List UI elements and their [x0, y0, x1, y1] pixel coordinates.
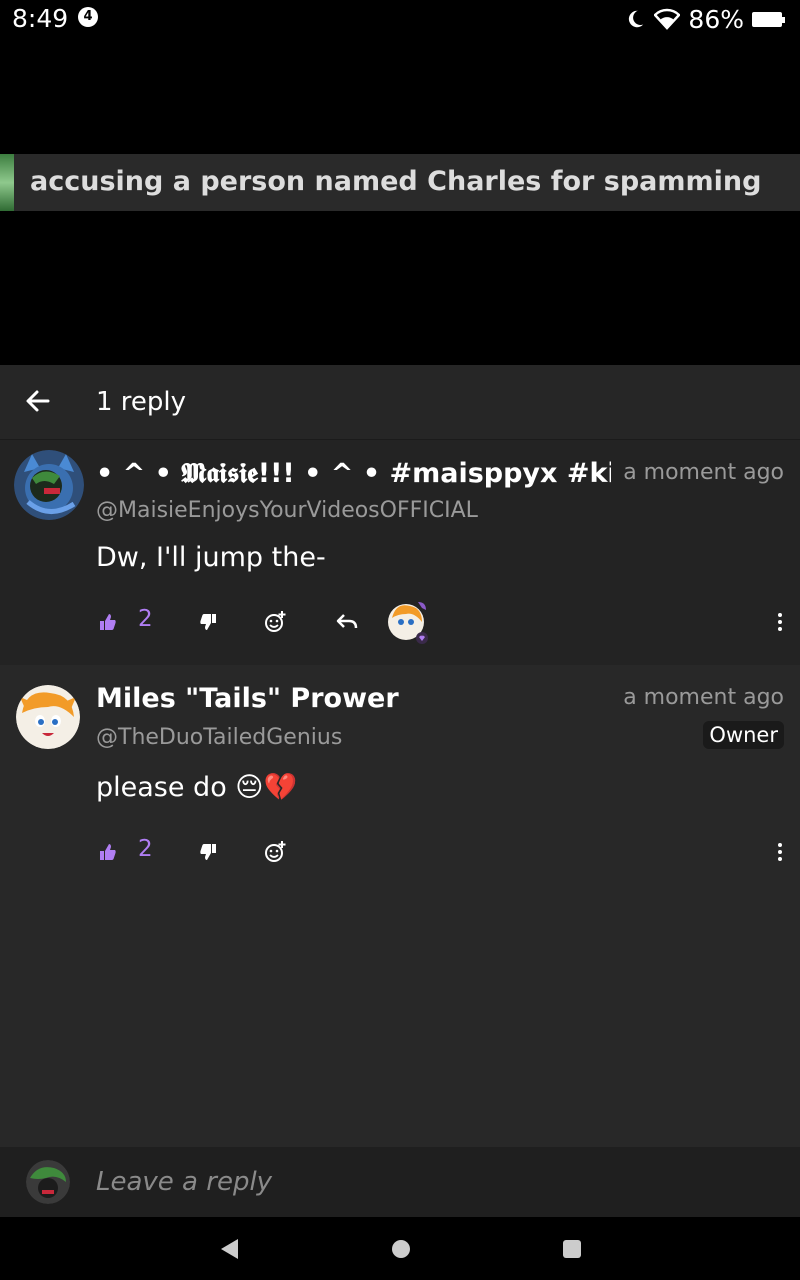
notification-count-badge: 4 — [78, 7, 98, 27]
like-count: 2 — [138, 606, 153, 632]
system-nav-bar — [0, 1217, 800, 1280]
like-button[interactable] — [96, 834, 120, 870]
more-options-button[interactable] — [774, 604, 786, 640]
nav-recents-icon[interactable] — [560, 1237, 584, 1261]
dislike-button[interactable] — [196, 834, 220, 870]
comment-timestamp: a moment ago — [623, 685, 784, 710]
video-caption-text: accusing a person named Charles for spam… — [30, 166, 762, 197]
comment-actions: 2 — [96, 602, 786, 644]
add-reaction-button[interactable] — [262, 604, 288, 640]
comment-actions: 2 — [96, 834, 786, 870]
wifi-icon — [654, 8, 681, 30]
like-button[interactable] — [96, 604, 120, 640]
add-reaction-icon — [265, 611, 286, 632]
status-icons: 86% — [624, 4, 785, 34]
avatar[interactable] — [14, 450, 84, 520]
moon-icon — [629, 10, 644, 28]
thumb-up-icon — [100, 614, 116, 630]
dislike-button[interactable] — [196, 604, 220, 640]
comment-handle[interactable]: @TheDuoTailedGenius — [96, 725, 342, 750]
video-player[interactable]: accusing a person named Charles for spam… — [0, 40, 800, 365]
comment-author[interactable]: Miles "Tails" Prower — [96, 683, 399, 714]
thumb-up-icon — [100, 844, 116, 860]
owner-badge: Owner — [703, 721, 784, 749]
video-caption-bar: accusing a person named Charles for spam… — [0, 154, 800, 211]
caption-thumbnail — [0, 154, 14, 211]
battery-icon — [752, 11, 785, 27]
reply-input[interactable] — [96, 1161, 776, 1203]
reply-bar — [0, 1147, 800, 1217]
user-avatar — [26, 1160, 70, 1204]
comment-timestamp: a moment ago — [623, 460, 784, 485]
nav-home-icon[interactable] — [389, 1237, 413, 1261]
comment-text: Dw, I'll jump the- — [96, 542, 326, 573]
add-reaction-icon — [265, 841, 286, 862]
panel-header: 1 reply — [0, 365, 800, 440]
thumb-down-icon — [200, 614, 216, 630]
like-count: 2 — [138, 836, 153, 862]
reply-icon — [336, 614, 358, 629]
thumb-down-icon — [200, 844, 216, 860]
comment-handle[interactable]: @MaisieEnjoysYourVideosOFFICIAL — [96, 498, 478, 523]
comment: Miles "Tails" Prower a moment ago @TheDu… — [0, 665, 800, 915]
back-arrow-icon[interactable] — [24, 387, 52, 415]
nav-back-icon[interactable] — [218, 1237, 242, 1261]
creator-heart-avatar — [388, 602, 428, 644]
reply-button[interactable] — [334, 604, 360, 640]
comment-author[interactable]: • ^ • 𝕸𝖆𝖎𝖘𝖎𝖊!!! • ^ • #maisppyx #king — [96, 458, 611, 490]
more-options-button[interactable] — [774, 834, 786, 870]
comment: • ^ • 𝕸𝖆𝖎𝖘𝖎𝖊!!! • ^ • #maisppyx #king a … — [0, 440, 800, 665]
avatar[interactable] — [16, 685, 80, 749]
battery-percent: 86% — [688, 4, 744, 34]
panel-title: 1 reply — [96, 387, 187, 417]
status-time: 8:49 — [12, 4, 69, 33]
status-bar: 8:49 4 86% — [0, 0, 800, 40]
comment-text: please do 😔💔 — [96, 772, 298, 803]
replies-panel: 1 reply • ^ • 𝕸𝖆𝖎𝖘𝖎𝖊!!! • ^ • #maisppyx … — [0, 365, 800, 1215]
add-reaction-button[interactable] — [262, 834, 288, 870]
